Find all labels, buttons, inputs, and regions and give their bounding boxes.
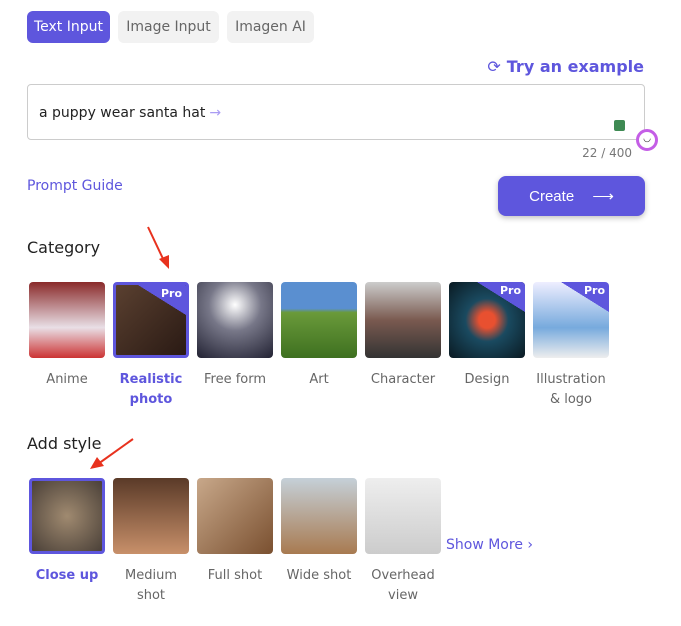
thumbnail-image	[365, 282, 441, 358]
tab-image-input[interactable]: Image Input	[118, 11, 219, 43]
card-label: Full shot	[207, 568, 263, 583]
category-card[interactable]: Art	[281, 282, 357, 390]
show-more-link[interactable]: Show More ›	[446, 537, 533, 553]
arrow-right-icon: ⟶	[592, 188, 614, 205]
card-label: Art	[309, 372, 329, 387]
card-label: Overhead view	[371, 568, 435, 603]
assistant-icon[interactable]: ◡	[636, 129, 658, 151]
prompt-input[interactable]: a puppy wear santa hat →	[27, 84, 645, 140]
thumbnail-image	[29, 282, 105, 358]
card-label: Realistic photo	[119, 372, 183, 407]
thumbnail-image	[113, 478, 189, 554]
category-card[interactable]: Free form	[197, 282, 273, 390]
card-label: Medium shot	[125, 568, 177, 603]
thumbnail-image: Pro	[533, 282, 609, 358]
thumbnail-image	[197, 478, 273, 554]
chevron-right-icon: ›	[527, 537, 533, 553]
annotation-arrow-icon	[147, 226, 169, 269]
thumbnail-image	[365, 478, 441, 554]
category-card[interactable]: Pro Illustration & logo	[533, 282, 609, 410]
refresh-icon: ⟳	[487, 57, 501, 76]
card-label: Illustration & logo	[536, 372, 606, 407]
style-card[interactable]: Overhead view	[365, 478, 441, 606]
card-label: Wide shot	[286, 568, 352, 583]
pro-badge: Pro	[477, 282, 525, 312]
category-card[interactable]: Pro Realistic photo	[113, 282, 189, 410]
try-example-label: Try an example	[506, 57, 644, 76]
arrow-right-icon: →	[209, 105, 222, 121]
prompt-guide-link[interactable]: Prompt Guide	[27, 178, 123, 194]
thumbnail-image: Pro	[113, 282, 189, 358]
category-card[interactable]: Anime	[29, 282, 105, 390]
card-label: Free form	[203, 372, 267, 387]
category-title: Category	[27, 238, 101, 257]
card-label: Anime	[46, 372, 88, 387]
style-card[interactable]: Full shot	[197, 478, 273, 586]
card-label: Close up	[35, 568, 99, 583]
thumbnail-image	[281, 478, 357, 554]
prompt-text: a puppy wear santa hat	[39, 105, 206, 121]
thumbnail-image: Pro	[449, 282, 525, 358]
style-card[interactable]: Wide shot	[281, 478, 357, 586]
char-count: 22 / 400	[582, 146, 632, 160]
tab-text-input[interactable]: Text Input	[27, 11, 110, 43]
pro-badge: Pro	[138, 285, 186, 315]
thumbnail-image	[281, 282, 357, 358]
extension-icon	[614, 120, 625, 131]
card-label: Character	[370, 372, 436, 387]
create-button[interactable]: Create ⟶	[498, 176, 645, 216]
thumbnail-image	[197, 282, 273, 358]
tab-imagen-ai[interactable]: Imagen AI	[227, 11, 314, 43]
thumbnail-image	[29, 478, 105, 554]
try-example-button[interactable]: ⟳ Try an example	[487, 57, 644, 76]
category-card[interactable]: Pro Design	[449, 282, 525, 390]
annotation-arrow-icon	[90, 438, 134, 469]
card-label: Design	[464, 372, 510, 387]
category-card[interactable]: Character	[365, 282, 441, 390]
pro-badge: Pro	[561, 282, 609, 312]
style-card[interactable]: Close up	[29, 478, 105, 586]
style-card[interactable]: Medium shot	[113, 478, 189, 606]
